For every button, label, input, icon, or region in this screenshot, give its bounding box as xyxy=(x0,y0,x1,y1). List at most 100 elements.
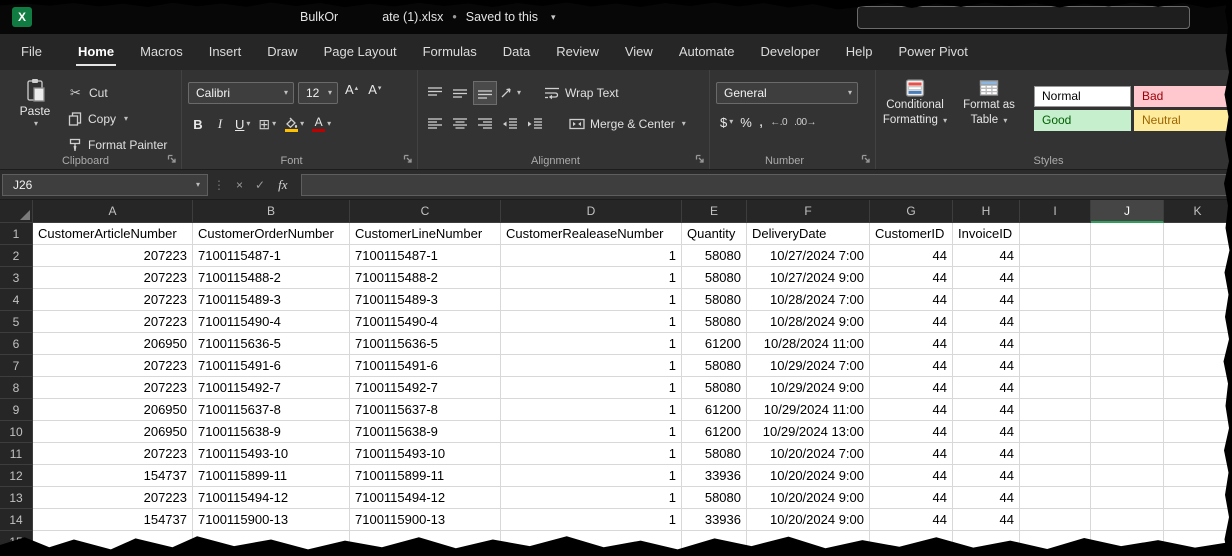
cell-style-normal[interactable]: Normal xyxy=(1034,86,1131,107)
cell-C3[interactable]: 7100115488-2 xyxy=(350,267,501,289)
cell-B5[interactable]: 7100115490-4 xyxy=(193,311,350,333)
tab-help[interactable]: Help xyxy=(833,34,886,70)
cell-G7[interactable]: 44 xyxy=(870,355,953,377)
alignment-dialog-launcher-icon[interactable] xyxy=(695,154,705,164)
cell-J14[interactable] xyxy=(1091,509,1164,531)
align-bottom-button[interactable] xyxy=(474,82,496,104)
cell-D5[interactable]: 1 xyxy=(501,311,682,333)
column-header-J[interactable]: J xyxy=(1091,200,1164,223)
cell-K3[interactable] xyxy=(1164,267,1232,289)
cell-C2[interactable]: 7100115487-1 xyxy=(350,245,501,267)
cell-B12[interactable]: 7100115899-11 xyxy=(193,465,350,487)
cell-style-neutral[interactable]: Neutral xyxy=(1134,110,1231,131)
cell-K5[interactable] xyxy=(1164,311,1232,333)
cell-I12[interactable] xyxy=(1020,465,1091,487)
cell-H7[interactable]: 44 xyxy=(953,355,1020,377)
formula-input[interactable] xyxy=(301,174,1230,196)
cell-E9[interactable]: 61200 xyxy=(682,399,747,421)
cell-G6[interactable]: 44 xyxy=(870,333,953,355)
cell-C5[interactable]: 7100115490-4 xyxy=(350,311,501,333)
column-header-F[interactable]: F xyxy=(747,200,870,223)
cell-B7[interactable]: 7100115491-6 xyxy=(193,355,350,377)
cell-E6[interactable]: 61200 xyxy=(682,333,747,355)
cell-A14[interactable]: 154737 xyxy=(33,509,193,531)
row-header-5[interactable]: 5 xyxy=(0,311,33,333)
percent-style-button[interactable]: % xyxy=(740,115,752,130)
cancel-icon[interactable]: × xyxy=(230,178,249,192)
cell-I4[interactable] xyxy=(1020,289,1091,311)
cell-F4[interactable]: 10/28/2024 7:00 xyxy=(747,289,870,311)
cell-B15[interactable] xyxy=(193,531,350,553)
cell-E12[interactable]: 33936 xyxy=(682,465,747,487)
bold-button[interactable]: B xyxy=(188,113,208,135)
cell-J9[interactable] xyxy=(1091,399,1164,421)
cell-G5[interactable]: 44 xyxy=(870,311,953,333)
fill-color-button[interactable]: ▾ xyxy=(281,113,307,135)
cell-A12[interactable]: 154737 xyxy=(33,465,193,487)
column-header-D[interactable]: D xyxy=(501,200,682,223)
cell-I8[interactable] xyxy=(1020,377,1091,399)
increase-font-size-button[interactable]: A ▴ xyxy=(342,82,361,104)
cell-F10[interactable]: 10/29/2024 13:00 xyxy=(747,421,870,443)
cell-D10[interactable]: 1 xyxy=(501,421,682,443)
tab-draw[interactable]: Draw xyxy=(254,34,310,70)
cell-E10[interactable]: 61200 xyxy=(682,421,747,443)
cell-K15[interactable] xyxy=(1164,531,1232,553)
cell-A9[interactable]: 206950 xyxy=(33,399,193,421)
cell-G1[interactable]: CustomerID xyxy=(870,223,953,245)
cell-F12[interactable]: 10/20/2024 9:00 xyxy=(747,465,870,487)
cell-G10[interactable]: 44 xyxy=(870,421,953,443)
tab-automate[interactable]: Automate xyxy=(666,34,748,70)
cell-I11[interactable] xyxy=(1020,443,1091,465)
cell-I10[interactable] xyxy=(1020,421,1091,443)
cell-F14[interactable]: 10/20/2024 9:00 xyxy=(747,509,870,531)
cell-K8[interactable] xyxy=(1164,377,1232,399)
cell-C11[interactable]: 7100115493-10 xyxy=(350,443,501,465)
cell-D4[interactable]: 1 xyxy=(501,289,682,311)
cell-I9[interactable] xyxy=(1020,399,1091,421)
cell-A6[interactable]: 206950 xyxy=(33,333,193,355)
cell-B13[interactable]: 7100115494-12 xyxy=(193,487,350,509)
cell-H14[interactable]: 44 xyxy=(953,509,1020,531)
tab-page-layout[interactable]: Page Layout xyxy=(311,34,410,70)
cell-A13[interactable]: 207223 xyxy=(33,487,193,509)
cell-F5[interactable]: 10/28/2024 9:00 xyxy=(747,311,870,333)
enter-icon[interactable]: ✓ xyxy=(249,178,271,192)
cell-C1[interactable]: CustomerLineNumber xyxy=(350,223,501,245)
cell-B9[interactable]: 7100115637-8 xyxy=(193,399,350,421)
cell-D6[interactable]: 1 xyxy=(501,333,682,355)
tab-developer[interactable]: Developer xyxy=(747,34,832,70)
cell-G2[interactable]: 44 xyxy=(870,245,953,267)
row-header-8[interactable]: 8 xyxy=(0,377,33,399)
cell-D14[interactable]: 1 xyxy=(501,509,682,531)
cell-B8[interactable]: 7100115492-7 xyxy=(193,377,350,399)
font-dialog-launcher-icon[interactable] xyxy=(403,154,413,164)
copy-button[interactable]: Copy ▾ xyxy=(68,108,167,129)
cell-H15[interactable] xyxy=(953,531,1020,553)
cell-D3[interactable]: 1 xyxy=(501,267,682,289)
cell-G8[interactable]: 44 xyxy=(870,377,953,399)
cell-G9[interactable]: 44 xyxy=(870,399,953,421)
cell-H12[interactable]: 44 xyxy=(953,465,1020,487)
column-header-I[interactable]: I xyxy=(1020,200,1091,223)
cell-J12[interactable] xyxy=(1091,465,1164,487)
cell-C10[interactable]: 7100115638-9 xyxy=(350,421,501,443)
cell-G14[interactable]: 44 xyxy=(870,509,953,531)
font-name-select[interactable]: Calibri ▾ xyxy=(188,82,294,104)
cell-A10[interactable]: 206950 xyxy=(33,421,193,443)
font-size-select[interactable]: 12 ▾ xyxy=(298,82,338,104)
decrease-font-size-button[interactable]: A ▾ xyxy=(365,82,384,104)
clipboard-dialog-launcher-icon[interactable] xyxy=(167,154,177,164)
cell-D15[interactable] xyxy=(501,531,682,553)
cell-E15[interactable] xyxy=(682,531,747,553)
cell-D8[interactable]: 1 xyxy=(501,377,682,399)
cell-H13[interactable]: 44 xyxy=(953,487,1020,509)
tab-view[interactable]: View xyxy=(612,34,666,70)
row-header-1[interactable]: 1 xyxy=(0,223,33,245)
cell-G12[interactable]: 44 xyxy=(870,465,953,487)
cell-G4[interactable]: 44 xyxy=(870,289,953,311)
cell-F7[interactable]: 10/29/2024 7:00 xyxy=(747,355,870,377)
cell-H11[interactable]: 44 xyxy=(953,443,1020,465)
align-left-button[interactable] xyxy=(424,113,446,135)
cell-I7[interactable] xyxy=(1020,355,1091,377)
